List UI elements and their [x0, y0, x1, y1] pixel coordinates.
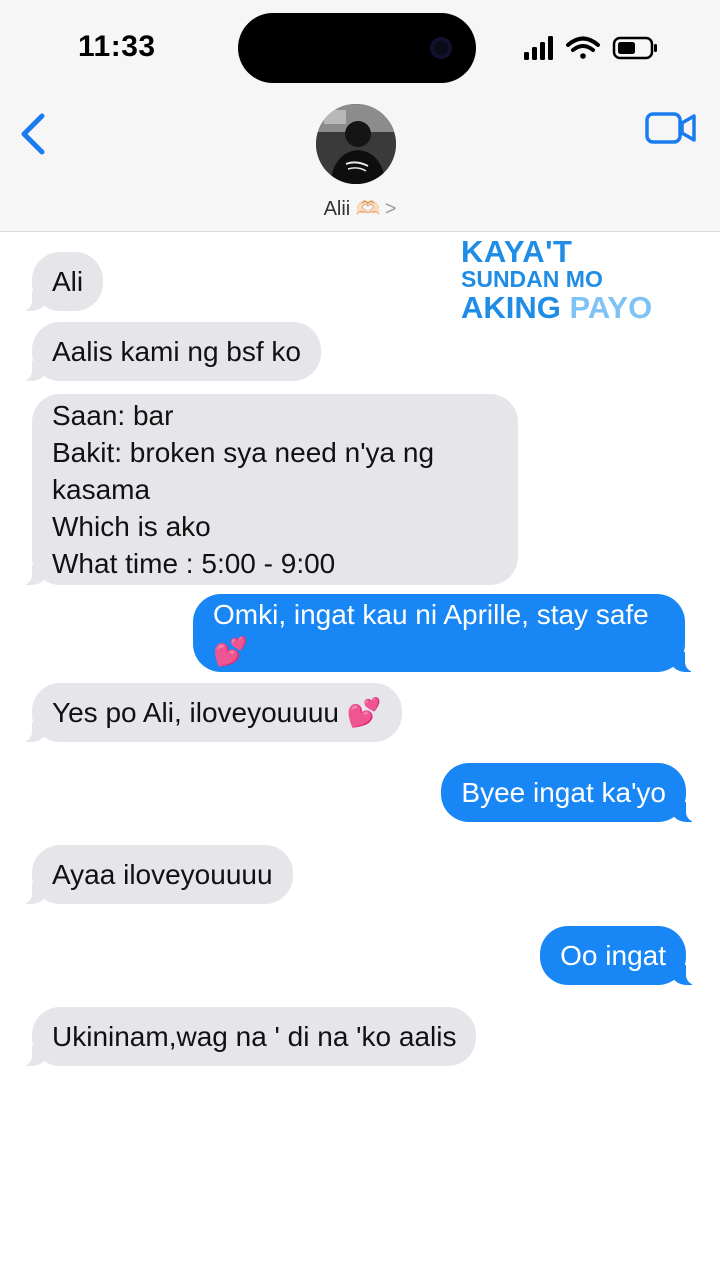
back-button[interactable] [16, 108, 52, 160]
cellular-signal-icon [524, 36, 553, 60]
caption-overlay: KAYA'T SUNDAN MO AKING PAYO [461, 236, 701, 323]
status-icons [524, 36, 657, 60]
video-call-icon [645, 112, 696, 144]
contact-name-text: Alii 🫶🏻 [323, 198, 381, 220]
message-bubble-outgoing[interactable]: Byee ingat ka'yo [441, 763, 698, 822]
overlay-word-aking: AKING [461, 290, 561, 325]
message-bubble-incoming[interactable]: Ali [19, 252, 104, 311]
overlay-line-2: SUNDAN MO [461, 266, 603, 292]
overlay-line-3: AKING PAYO [461, 292, 701, 323]
battery-icon [612, 36, 657, 60]
message-bubble-incoming[interactable]: Saan: bar Bakit: broken sya need n'ya ng… [20, 394, 518, 585]
overlay-word-payo: PAYO [569, 290, 653, 325]
avatar-photo [316, 104, 396, 184]
message-bubble-outgoing[interactable]: Omki, ingat kau ni Aprille, stay safe💕 [193, 594, 697, 672]
wifi-icon [566, 36, 600, 59]
message-bubble-incoming[interactable]: Ukininam,wag na ' di na 'ko aalis [19, 1007, 477, 1066]
status-time: 11:33 [78, 30, 156, 63]
overlay-line-1: KAYA'T [461, 234, 573, 269]
conversation-header: 11:33 Alii 🫶🏻 > [0, 0, 720, 232]
message-bubble-incoming[interactable]: Aalis kami ng bsf ko [20, 322, 321, 381]
message-bubble-incoming[interactable]: Yes po Ali, iloveyouuuu 💕 [20, 683, 402, 742]
back-chevron-icon [21, 113, 45, 155]
chevron-right-icon: > [384, 198, 397, 220]
contact-avatar[interactable] [316, 104, 396, 184]
contact-name[interactable]: Alii 🫶🏻 > [300, 196, 420, 221]
video-call-button[interactable] [644, 108, 698, 148]
message-bubble-incoming[interactable]: Ayaa iloveyouuuu [20, 845, 293, 904]
dynamic-island [238, 13, 476, 83]
message-bubble-outgoing[interactable]: Oo ingat [540, 926, 698, 985]
